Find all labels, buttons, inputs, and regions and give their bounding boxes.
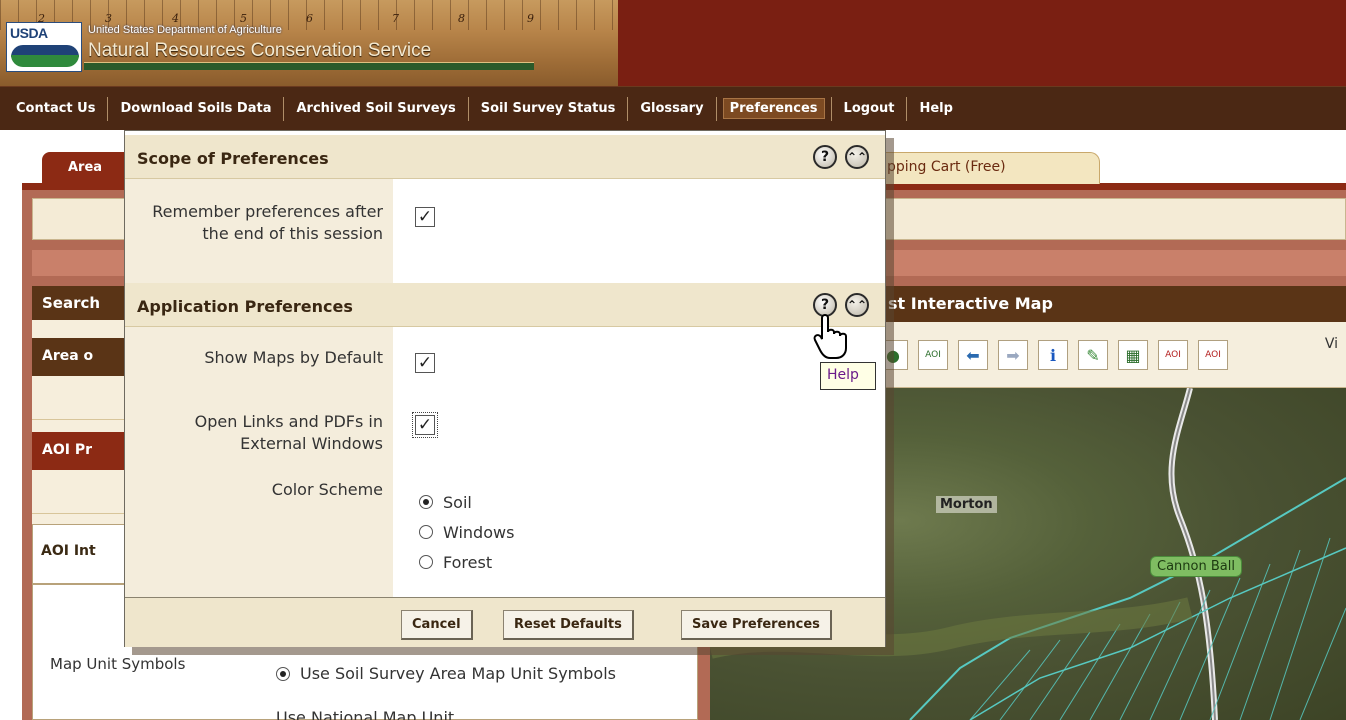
tab-shopping-cart[interactable]: pping Cart (Free) xyxy=(860,152,1100,184)
aoi-polygon-icon[interactable]: AOI xyxy=(1198,340,1228,370)
nav-contact-us[interactable]: Contact Us xyxy=(4,98,107,119)
ruler-number: 7 xyxy=(392,12,399,25)
map-boundary xyxy=(909,477,1346,720)
layers-icon[interactable]: ▦ xyxy=(1118,340,1148,370)
open-links-label: Open Links and PDFs in External Windows xyxy=(194,412,383,453)
color-option-windows[interactable]: Windows xyxy=(419,521,514,543)
color-option-label: Windows xyxy=(443,522,515,542)
map-unit-radio[interactable] xyxy=(276,667,290,681)
nav-separator xyxy=(283,96,285,121)
scope-help-icon[interactable]: ? xyxy=(813,145,837,169)
service-name: Natural Resources Conservation Service xyxy=(88,40,432,61)
open-links-checkbox[interactable]: ✓ xyxy=(412,412,438,438)
ruler-number: 8 xyxy=(458,12,465,25)
aoi-interpretation-title: AOI Int xyxy=(32,524,132,584)
aoi-rectangle-icon[interactable]: AOI xyxy=(1158,340,1188,370)
nav-separator xyxy=(906,96,908,121)
color-radio-windows[interactable] xyxy=(419,525,433,539)
scope-collapse-icon[interactable]: ⌃⌃ xyxy=(845,145,869,169)
scope-section-header: Scope of Preferences ? ⌃⌃ xyxy=(125,135,885,179)
ruler-number: 9 xyxy=(527,12,534,25)
nav-glossary[interactable]: Glossary xyxy=(628,98,715,119)
measure-ruler-icon[interactable]: ✎ xyxy=(1078,340,1108,370)
nav-archived-soil-surveys[interactable]: Archived Soil Surveys xyxy=(284,98,467,119)
map-unit-option-label: Use Soil Survey Area Map Unit Symbols xyxy=(300,664,616,683)
color-radio-forest[interactable] xyxy=(419,555,433,569)
color-option-label: Soil xyxy=(443,492,472,512)
usda-logo-field xyxy=(11,55,79,67)
help-tooltip: Help xyxy=(820,362,876,390)
view-label: Vi xyxy=(1324,336,1338,352)
cancel-button[interactable]: Cancel xyxy=(401,610,473,640)
department-name: United States Department of Agriculture xyxy=(88,24,282,36)
application-section-header: Application Preferences ? ⌃⌃ xyxy=(125,283,885,327)
aoi-properties-title[interactable]: AOI Pr xyxy=(32,432,132,470)
identify-info-icon[interactable]: ℹ xyxy=(1038,340,1068,370)
map-unit-option-national[interactable]: Use National Map Unit ... xyxy=(276,708,475,720)
main-nav: Contact Us Download Soils Data Archived … xyxy=(0,86,1346,130)
map-unit-option-soil-survey[interactable]: Use Soil Survey Area Map Unit Symbols xyxy=(276,663,660,685)
nav-separator xyxy=(467,96,469,121)
color-option-soil[interactable]: Soil xyxy=(419,491,472,513)
header-banner: 2 3 4 5 6 7 8 9 USDA United States Depar… xyxy=(0,0,1346,86)
banner-image: 2 3 4 5 6 7 8 9 USDA United States Depar… xyxy=(0,0,618,86)
usda-logo[interactable]: USDA xyxy=(6,22,82,72)
reset-defaults-button[interactable]: Reset Defaults xyxy=(503,610,634,640)
show-maps-label: Show Maps by Default xyxy=(204,348,383,367)
nav-help[interactable]: Help xyxy=(907,98,964,119)
back-arrow-icon[interactable]: ⬅ xyxy=(958,340,988,370)
remember-preferences-checkbox[interactable]: ✓ xyxy=(415,207,435,227)
map-label-morton: Morton xyxy=(936,496,997,513)
nav-soil-survey-status[interactable]: Soil Survey Status xyxy=(469,98,628,119)
color-option-label: Forest xyxy=(443,552,493,572)
nav-separator xyxy=(715,96,717,121)
forward-arrow-icon[interactable]: ➡ xyxy=(998,340,1028,370)
nav-separator xyxy=(830,96,832,121)
app-root: 2 3 4 5 6 7 8 9 USDA United States Depar… xyxy=(0,0,1346,720)
map-unit-symbols-label: Map Unit Symbols xyxy=(50,655,186,673)
color-scheme-label: Color Scheme xyxy=(271,480,383,499)
nav-separator xyxy=(627,96,629,121)
tab-area-of-interest[interactable]: Area xyxy=(42,152,132,184)
save-preferences-button[interactable]: Save Preferences xyxy=(681,610,832,640)
application-section-title: Application Preferences xyxy=(137,297,353,316)
area-of-interest-title[interactable]: Area o xyxy=(32,338,132,376)
ruler-number: 6 xyxy=(306,12,313,25)
scope-section-title: Scope of Preferences xyxy=(137,149,329,168)
usda-logo-text: USDA xyxy=(10,25,48,41)
color-radio-soil[interactable] xyxy=(419,495,433,509)
hand-pointer-icon xyxy=(813,314,847,359)
nav-separator xyxy=(107,96,109,121)
nav-download-soils-data[interactable]: Download Soils Data xyxy=(108,98,283,119)
show-maps-checkbox[interactable]: ✓ xyxy=(415,353,435,373)
banner-strip xyxy=(84,62,534,70)
nav-logout[interactable]: Logout xyxy=(832,98,907,119)
preferences-footer: Cancel Reset Defaults Save Preferences xyxy=(125,597,885,647)
nav-preferences[interactable]: Preferences xyxy=(722,98,825,119)
color-option-forest[interactable]: Forest xyxy=(419,551,492,573)
preferences-panel: Scope of Preferences ? ⌃⌃ Remember prefe… xyxy=(124,130,886,647)
remember-preferences-label: Remember preferences after the end of th… xyxy=(152,202,383,243)
map-label-cannon-ball: Cannon Ball xyxy=(1150,556,1242,577)
define-aoi-icon[interactable]: AOI xyxy=(918,340,948,370)
